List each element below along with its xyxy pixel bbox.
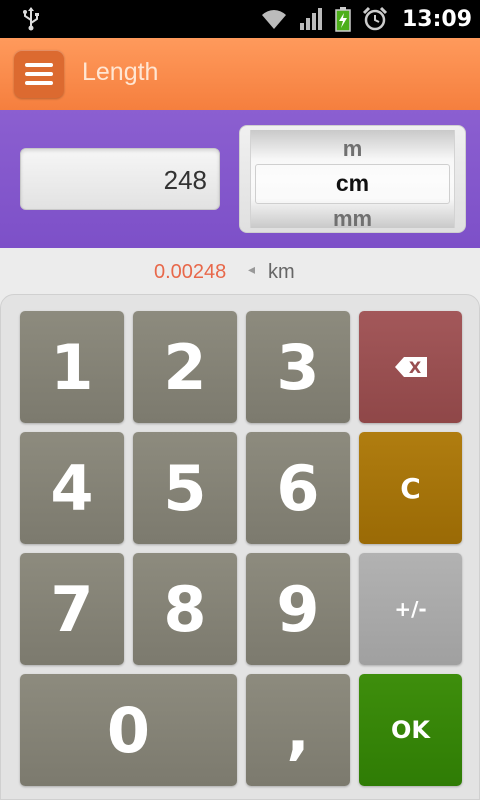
- key-3[interactable]: 3: [246, 311, 350, 423]
- key-0[interactable]: 0: [20, 674, 237, 786]
- status-bar: 13:09: [0, 0, 480, 38]
- screen-title: Length: [82, 58, 159, 86]
- backspace-button[interactable]: X: [359, 311, 462, 423]
- key-6[interactable]: 6: [246, 432, 350, 544]
- key-9[interactable]: 9: [246, 553, 350, 665]
- action-bar: Length: [0, 38, 480, 110]
- alarm-icon: [362, 6, 388, 31]
- key-7[interactable]: 7: [20, 553, 124, 665]
- value-input-text: 248: [163, 165, 207, 195]
- usb-icon: [23, 7, 39, 31]
- unit-option-next[interactable]: mm: [251, 206, 454, 232]
- unit-picker[interactable]: m cm mm: [239, 125, 466, 233]
- backspace-icon: X: [394, 357, 427, 377]
- key-5[interactable]: 5: [133, 432, 237, 544]
- wifi-icon: [261, 10, 286, 29]
- unit-option-selected[interactable]: cm: [251, 170, 454, 197]
- battery-charging-icon: [335, 7, 351, 32]
- keypad: 1 2 3 X 4 5 6 C 7 8 9 +/- 0 , OK: [0, 294, 480, 800]
- key-8[interactable]: 8: [133, 553, 237, 665]
- unit-picker-drum[interactable]: m cm mm: [250, 130, 455, 231]
- value-input[interactable]: 248: [20, 148, 220, 210]
- result-value: 0.00248: [154, 261, 227, 283]
- key-1[interactable]: 1: [20, 311, 124, 423]
- ok-button[interactable]: OK: [359, 674, 462, 786]
- clock-time: 13:09: [401, 6, 472, 32]
- hamburger-menu-icon[interactable]: [14, 50, 64, 98]
- backspace-label: X: [408, 358, 421, 377]
- result-unit[interactable]: km: [268, 261, 295, 284]
- signal-icon: [299, 8, 322, 30]
- key-4[interactable]: 4: [20, 432, 124, 544]
- clear-button[interactable]: C: [359, 432, 462, 544]
- key-2[interactable]: 2: [133, 311, 237, 423]
- converter-panel: 248 m cm mm: [0, 110, 480, 248]
- unit-option-prev[interactable]: m: [251, 136, 454, 162]
- key-comma[interactable]: ,: [246, 674, 350, 786]
- sign-toggle-button[interactable]: +/-: [359, 553, 462, 665]
- result-arrow-icon: ◂: [248, 262, 256, 278]
- result-row: 0.00248 ◂ km: [0, 248, 480, 296]
